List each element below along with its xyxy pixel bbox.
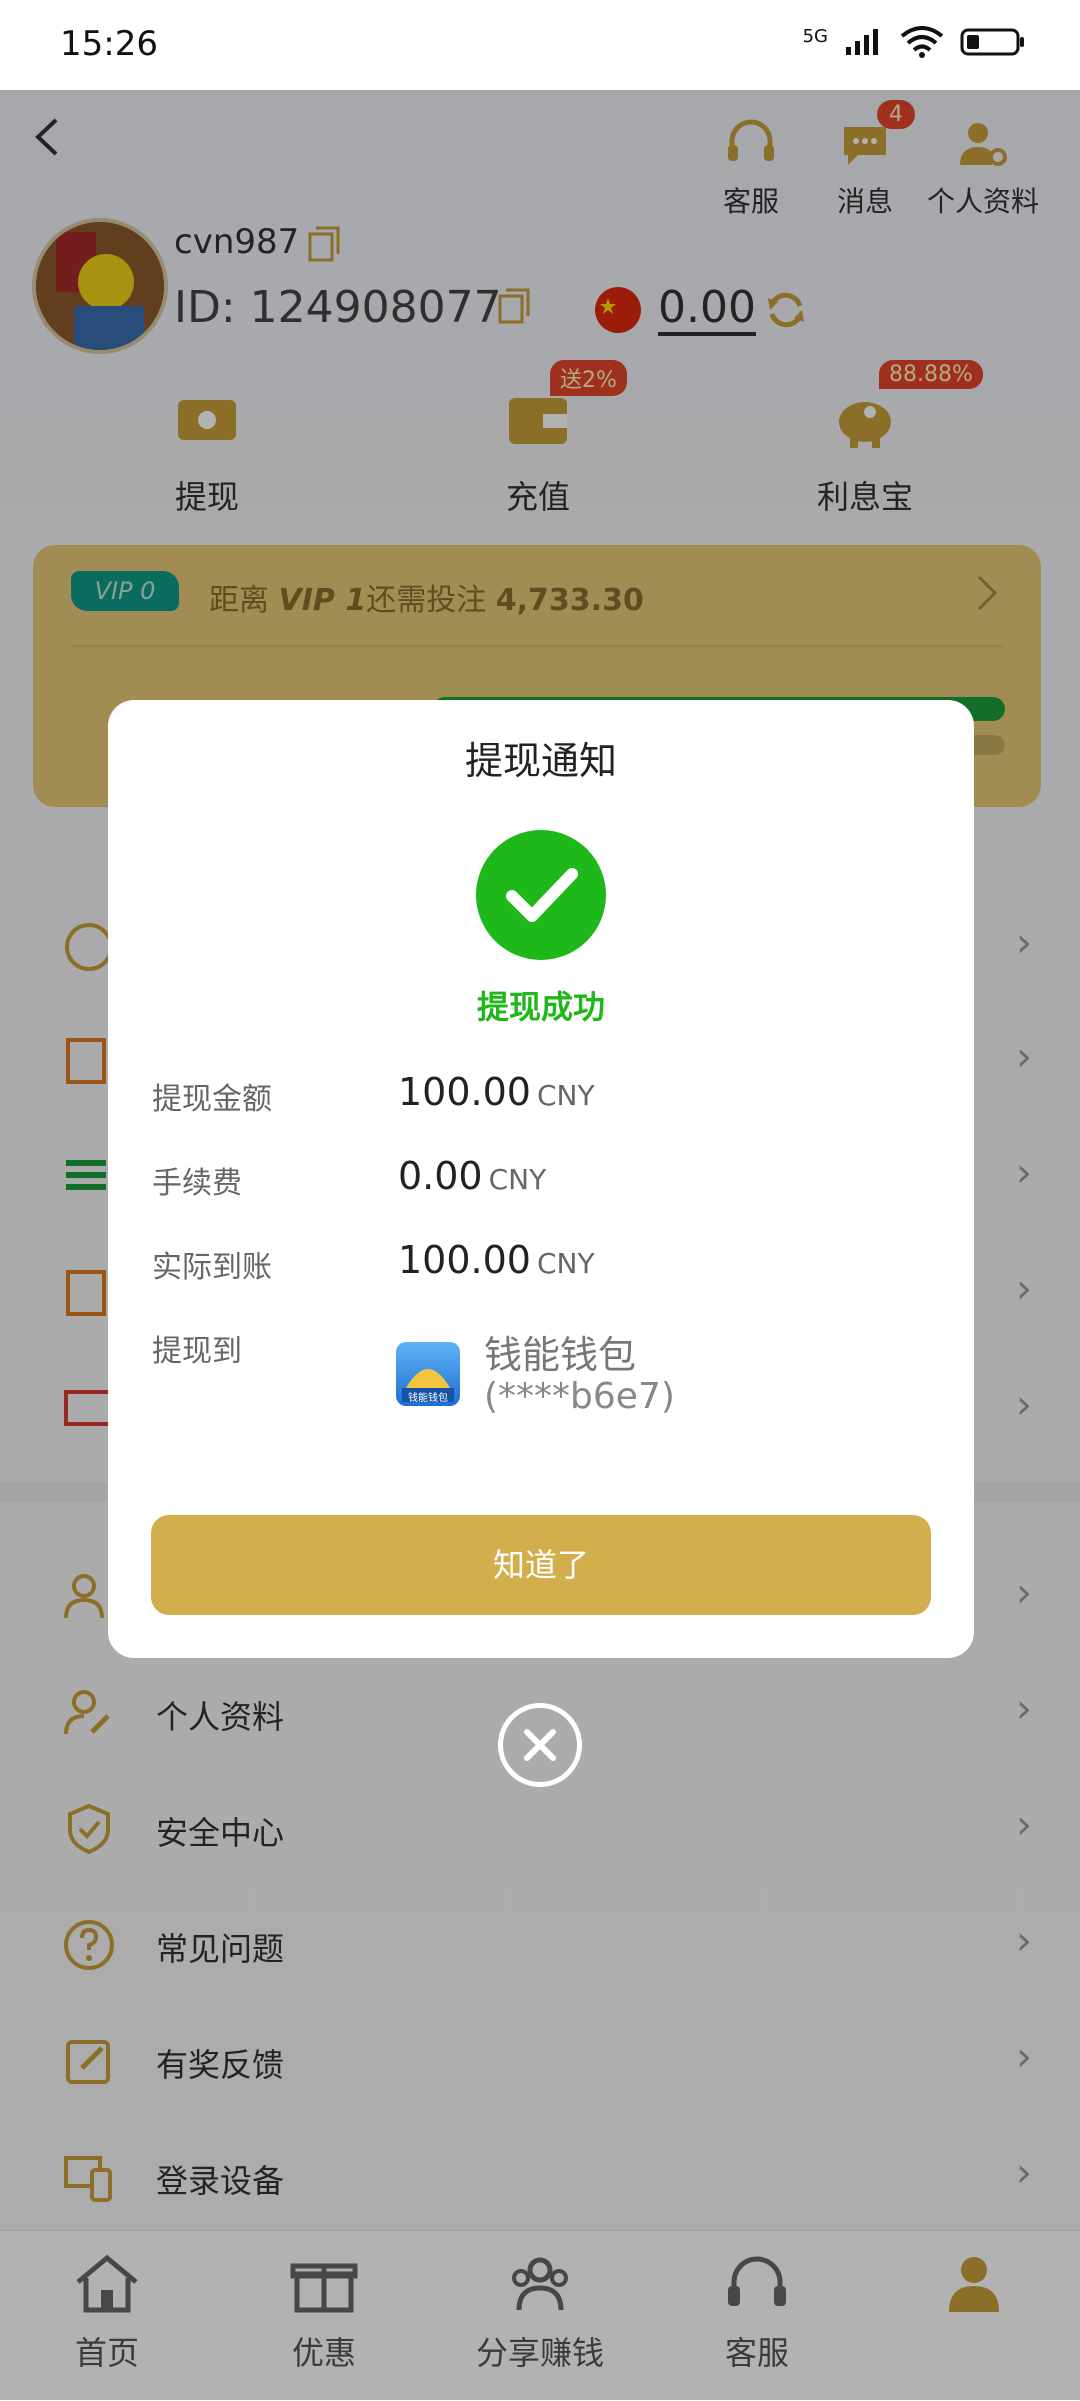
wifi-icon — [900, 26, 944, 58]
received-unit: CNY — [536, 1247, 595, 1280]
fee-number: 0.00 — [398, 1154, 483, 1198]
battery-icon — [960, 28, 1024, 56]
status-bar: 15:26 5G — [0, 0, 1080, 90]
fee-unit: CNY — [488, 1163, 547, 1196]
acknowledge-button[interactable]: 知道了 — [151, 1515, 931, 1615]
status-icons: 5G — [803, 26, 1026, 58]
withdraw-notice-dialog: 提现通知 提现成功 提现金额 100.00 CNY 手续费 0.00 CNY 实际到… — [108, 700, 974, 1658]
received-value: 100.00 CNY — [398, 1238, 595, 1282]
amount-unit: CNY — [536, 1079, 595, 1112]
fee-value: 0.00 CNY — [398, 1154, 546, 1198]
success-check-icon — [476, 830, 606, 960]
withdraw-status: 提现成功 — [476, 988, 605, 1026]
received-number: 100.00 — [398, 1238, 531, 1282]
wallet-logo-text: 钱能钱包 — [408, 1393, 448, 1404]
amount-number: 100.00 — [398, 1070, 531, 1114]
destination-label: 提现到 — [152, 1334, 242, 1369]
fee-label: 手续费 — [152, 1166, 242, 1201]
amount-value: 100.00 CNY — [398, 1070, 595, 1114]
wallet-account: (****b6e7) — [484, 1376, 675, 1417]
network-label: 5G — [802, 26, 828, 47]
close-circle-icon[interactable] — [498, 1703, 582, 1787]
dialog-title: 提现通知 — [464, 739, 617, 783]
received-label: 实际到账 — [152, 1250, 272, 1285]
wallet-name: 钱能钱包 — [484, 1333, 637, 1377]
wallet-logo: 钱能钱包 — [396, 1342, 460, 1406]
status-time: 15:26 — [60, 24, 158, 64]
signal-icon — [846, 29, 878, 55]
amount-label: 提现金额 — [152, 1082, 272, 1117]
